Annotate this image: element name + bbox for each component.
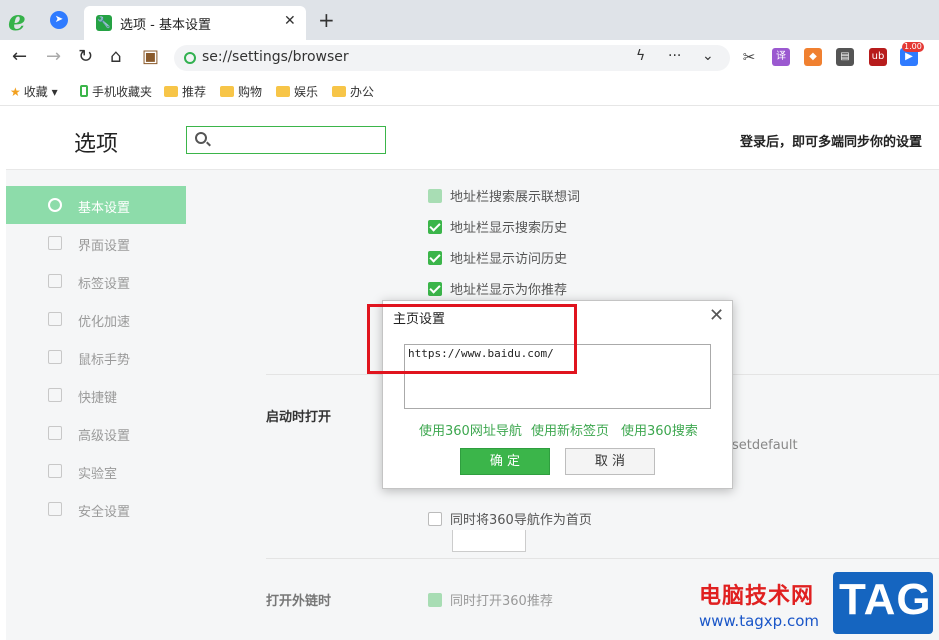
- scissors-icon[interactable]: ✂: [740, 48, 758, 66]
- checkbox-recommend[interactable]: 地址栏显示为你推荐: [428, 279, 567, 298]
- wrench-icon: 🔧: [96, 15, 112, 31]
- lightning-icon: [48, 312, 62, 326]
- game-icon[interactable]: ◆: [804, 48, 822, 66]
- bookmark-folder-3[interactable]: 娱乐: [276, 83, 318, 100]
- new-tab-button[interactable]: +: [318, 8, 335, 32]
- flask-icon: [48, 464, 62, 478]
- checkbox-360-homepage[interactable]: 同时将360导航作为首页: [428, 509, 592, 528]
- keyboard-icon: [48, 388, 62, 402]
- sidebar-item-lab[interactable]: 实验室: [6, 452, 186, 490]
- ublock-icon[interactable]: ub: [869, 48, 887, 66]
- mouse-icon: [48, 350, 62, 364]
- bookmark-mobile[interactable]: 手机收藏夹: [80, 83, 152, 100]
- watermark-logo: TAG: [833, 572, 933, 634]
- bookmark-folder-1[interactable]: 推荐: [164, 83, 206, 100]
- address-bar[interactable]: se://settings/browser ϟ ··· ⌄: [174, 45, 730, 71]
- close-icon[interactable]: ✕: [284, 13, 296, 29]
- cancel-button[interactable]: 取 消: [565, 448, 655, 475]
- checkbox-search-history[interactable]: 地址栏显示搜索历史: [428, 217, 567, 236]
- tab-settings[interactable]: 🔧 选项 - 基本设置 ✕: [84, 6, 306, 40]
- sidebar-item-tabs[interactable]: 标签设置: [6, 262, 186, 300]
- page-title: 选项: [74, 132, 119, 157]
- bookmark-favorites[interactable]: ★ 收藏 ▾: [10, 83, 58, 100]
- address-url[interactable]: se://settings/browser: [202, 49, 349, 65]
- secure-icon: [184, 52, 196, 64]
- bookmarks-bar: ★ 收藏 ▾ 手机收藏夹 推荐 购物 娱乐 办公: [0, 78, 939, 106]
- shield-icon: [48, 502, 62, 516]
- back-icon[interactable]: ←: [12, 47, 27, 67]
- folder-icon: [332, 86, 346, 97]
- divider: [266, 558, 939, 559]
- tab-icon: [48, 274, 62, 288]
- use-new-tab-link[interactable]: 使用新标签页: [531, 420, 609, 439]
- confirm-button[interactable]: 确 定: [460, 448, 550, 475]
- phone-icon: [80, 85, 88, 97]
- search-input[interactable]: [186, 126, 386, 154]
- sync-text[interactable]: 登录后，即可多端同步你的设置: [740, 131, 922, 150]
- translate-icon[interactable]: 译: [772, 48, 790, 66]
- extension-badge: 1.00: [902, 42, 924, 52]
- search-icon: [195, 132, 207, 144]
- send-icon[interactable]: ➤: [50, 11, 68, 29]
- wrench-icon: [48, 426, 62, 440]
- folder-icon: [220, 86, 234, 97]
- bookmark-folder-4[interactable]: 办公: [332, 83, 374, 100]
- chevron-down-icon[interactable]: ⌄: [702, 48, 714, 64]
- use-360-search-link[interactable]: 使用360搜索: [621, 420, 698, 439]
- window-icon: [48, 236, 62, 250]
- watermark-text: 电脑技术网: [699, 584, 815, 609]
- star-icon: ★: [10, 85, 21, 99]
- more-icon[interactable]: ···: [668, 48, 681, 64]
- sidebar-item-shortcuts[interactable]: 快捷键: [6, 376, 186, 414]
- lightning-icon[interactable]: ϟ: [636, 48, 645, 64]
- sidebar-item-security[interactable]: 安全设置: [6, 490, 186, 528]
- home-icon[interactable]: ⌂: [110, 47, 121, 67]
- close-icon[interactable]: ✕: [709, 305, 724, 326]
- tab-title: 选项 - 基本设置: [120, 18, 211, 33]
- briefcase-icon[interactable]: ▣: [142, 47, 159, 67]
- sidebar-item-basic[interactable]: 基本设置: [6, 186, 186, 224]
- startup-setdefault-text: setdefault: [732, 438, 798, 453]
- watermark-url: www.tagxp.com: [699, 612, 819, 630]
- startup-title: 启动时打开: [266, 410, 332, 425]
- checkbox-360-recommend[interactable]: 同时打开360推荐: [428, 590, 553, 609]
- highlight-box: [367, 304, 577, 374]
- browser-logo-icon[interactable]: e: [8, 4, 34, 37]
- settings-header: 选项 登录后，即可多端同步你的设置: [6, 110, 939, 170]
- folder-icon: [164, 86, 178, 97]
- gear-icon: [48, 198, 62, 212]
- sidebar-item-advanced[interactable]: 高级设置: [6, 414, 186, 452]
- external-link-title: 打开外链时: [266, 594, 332, 609]
- book-icon[interactable]: ▤: [836, 48, 854, 66]
- startup-option-button[interactable]: [452, 530, 526, 552]
- use-360-nav-link[interactable]: 使用360网址导航: [419, 420, 522, 439]
- tab-strip: e ➤ 🔧 选项 - 基本设置 ✕ +: [0, 0, 939, 40]
- sidebar-item-optimize[interactable]: 优化加速: [6, 300, 186, 338]
- reload-icon[interactable]: ↻: [78, 47, 93, 67]
- forward-icon[interactable]: →: [46, 47, 61, 67]
- bookmark-folder-2[interactable]: 购物: [220, 83, 262, 100]
- navigation-bar: ← → ↻ ⌂ ▣ se://settings/browser ϟ ··· ⌄ …: [0, 40, 939, 76]
- checkbox-visit-history[interactable]: 地址栏显示访问历史: [428, 248, 567, 267]
- checkbox-suggestions[interactable]: 地址栏搜索展示联想词: [428, 186, 580, 205]
- folder-icon: [276, 86, 290, 97]
- sidebar-item-interface[interactable]: 界面设置: [6, 224, 186, 262]
- sidebar-item-gestures[interactable]: 鼠标手势: [6, 338, 186, 376]
